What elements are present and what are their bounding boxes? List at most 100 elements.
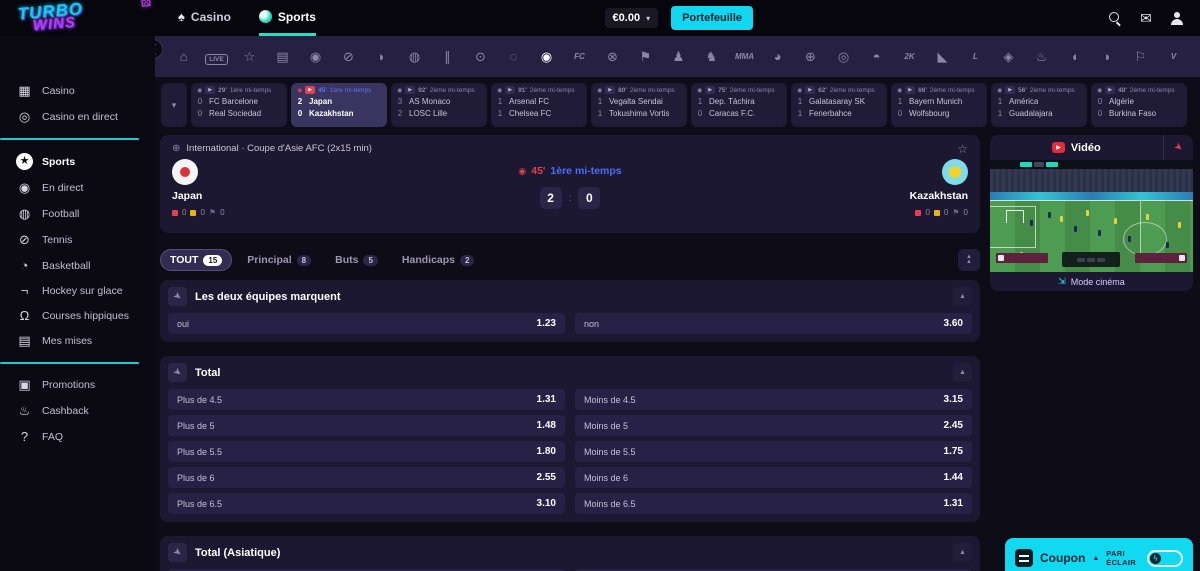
sport-icon[interactable]: ◌ — [497, 49, 530, 64]
market-tab[interactable]: Handicaps 2 — [393, 249, 484, 271]
balance-dropdown[interactable]: €0.00 ▾ — [604, 8, 659, 28]
sport-icon[interactable]: ◈ — [992, 49, 1025, 65]
sidebar-item[interactable]: ♨ Cashback — [0, 398, 155, 424]
bet-option[interactable]: Plus de 6 2.55 — [168, 467, 565, 488]
sport-icon[interactable]: ◍ — [398, 49, 431, 65]
sport-icon[interactable]: ☆ — [233, 49, 266, 65]
ticker-match-card[interactable]: ◉ ▶ 62' 2ème mi-temps 1 Galatasaray SK 1… — [791, 83, 887, 127]
sport-icon[interactable]: LIVE — [200, 49, 233, 65]
collapse-market-button[interactable]: ▲ — [953, 363, 972, 382]
tab-sports[interactable]: Sports — [258, 0, 316, 36]
sport-icon[interactable]: ⊗ — [596, 49, 629, 65]
brand-logo[interactable]: TURBO WINS ⚄ — [17, 0, 152, 34]
pin-market-button[interactable]: ➤ — [168, 363, 187, 382]
sport-icon[interactable]: ▾ — [1190, 49, 1200, 65]
sport-icon[interactable]: V — [1157, 52, 1190, 61]
sport-icon[interactable]: ⌂ — [167, 49, 200, 64]
sport-icon[interactable]: ◣ — [926, 49, 959, 65]
sport-icon[interactable]: MMA — [728, 52, 761, 61]
account-button[interactable] — [1168, 9, 1186, 27]
market-tab[interactable]: TOUT 15 — [160, 249, 233, 271]
bet-option[interactable]: Moins de 6 1.44 — [575, 467, 972, 488]
sport-icon[interactable]: ◉ — [299, 49, 332, 65]
video-stream[interactable] — [990, 160, 1193, 272]
collapse-market-button[interactable]: ▲ — [953, 287, 972, 306]
sidebar-item[interactable]: ? FAQ — [0, 424, 155, 449]
corner-flag-icon: ⚑ — [952, 208, 960, 217]
sport-icon[interactable]: 2K — [893, 52, 926, 61]
favorite-star-icon[interactable]: ☆ — [957, 142, 968, 156]
bet-option[interactable]: Moins de 5.5 1.75 — [575, 441, 972, 462]
pin-market-button[interactable]: ➤ — [168, 543, 187, 562]
wallet-button[interactable]: Portefeuille — [671, 6, 753, 30]
tab-casino[interactable]: ♠ Casino — [178, 0, 231, 36]
sport-icon[interactable]: ◓ — [860, 49, 893, 64]
video-play-icon: ▶ — [805, 86, 816, 94]
balance-value: €0.00 — [612, 12, 641, 24]
sport-icon[interactable]: ◗ — [1091, 49, 1124, 64]
sport-icon[interactable]: ⚑ — [629, 49, 662, 65]
sport-icon[interactable]: ▤ — [266, 49, 299, 65]
ticker-match-card[interactable]: ◉ ▶ 92' 2ème mi-temps 3 AS Monaco 2 LOSC… — [391, 83, 487, 127]
pin-video-button[interactable]: ➤ — [1163, 135, 1193, 160]
bet-option[interactable]: Plus de 5 1.48 — [168, 415, 565, 436]
market-tab[interactable]: Principal 8 — [238, 249, 320, 271]
sidebar-item[interactable]: ▤ Mes mises — [0, 328, 155, 354]
ticker-match-card[interactable]: ◉ ▶ 66' 2ème mi-temps 1 Bayern Munich 0 … — [891, 83, 987, 127]
sport-icon[interactable]: ♞ — [695, 49, 728, 65]
sidebar-item[interactable]: ¬ Hockey sur glace — [0, 278, 155, 303]
sport-icon[interactable]: ∥ — [431, 49, 464, 65]
ticker-match-card[interactable]: ◉ ▶ 56' 2ème mi-temps 1 América 1 Guadal… — [991, 83, 1087, 127]
bet-option[interactable]: Plus de 6.5 3.10 — [168, 493, 565, 514]
cinema-mode-button[interactable]: ⇲ Mode cinéma — [990, 272, 1193, 291]
sport-icon[interactable]: ⚐ — [1124, 49, 1157, 65]
bet-option-odd: 3.10 — [536, 498, 556, 509]
sidebar-item[interactable]: ◔ Basketball — [0, 253, 155, 278]
sport-icon[interactable]: ⊕ — [794, 49, 827, 65]
sidebar-item[interactable]: ★ Sports — [0, 148, 155, 175]
search-button[interactable] — [1106, 9, 1124, 27]
ticker-match-card[interactable]: ◉ ▶ 80' 2ème mi-temps 1 Vegalta Sendai 1… — [591, 83, 687, 127]
ticker-match-card[interactable]: ◉ ▶ 91' 2ème mi-temps 1 Arsenal FC 1 Che… — [491, 83, 587, 127]
bet-option[interactable]: non 3.60 — [575, 313, 972, 334]
ticker-match-card[interactable]: ◉ ▶ 48' 2ème mi-temps 0 Algérie 0 Burkin… — [1091, 83, 1187, 127]
bet-option[interactable]: Moins de 5 2.45 — [575, 415, 972, 436]
sport-icon[interactable]: ◕ — [761, 49, 794, 64]
collapse-all-button[interactable]: ▲ ▲ — [958, 249, 980, 271]
bet-option[interactable]: oui 1.23 — [168, 313, 565, 334]
flash-bet-toggle[interactable]: ϟ — [1147, 549, 1183, 567]
sport-icon[interactable]: ♟ — [662, 49, 695, 65]
sport-icon[interactable]: FC — [563, 52, 596, 61]
coupon-bar[interactable]: Coupon ▲ PARI ÉCLAIR ϟ — [1005, 538, 1193, 571]
messages-button[interactable]: ✉ — [1137, 9, 1155, 27]
collapse-market-button[interactable]: ▲ — [953, 543, 972, 562]
sidebar-item[interactable]: ▣ Promotions — [0, 372, 155, 398]
bet-option[interactable]: Plus de 5.5 1.80 — [168, 441, 565, 462]
market-tab[interactable]: Buts 5 — [326, 249, 387, 271]
sport-icon[interactable]: ◎ — [827, 49, 860, 65]
coupon-icon — [1015, 549, 1033, 567]
sidebar-item[interactable]: ⊘ Tennis — [0, 227, 155, 253]
sport-icon[interactable]: ⊘ — [332, 49, 365, 65]
player-dot — [1178, 222, 1181, 228]
ticker-match-card[interactable]: ◉ ▶ 45' 1ère mi-temps 2 Japan 0 Kazakhst… — [291, 83, 387, 127]
ticker-dropdown-button[interactable]: ▾ — [161, 83, 187, 127]
sidebar-item[interactable]: Ω Courses hippiques — [0, 303, 155, 328]
sport-icon[interactable]: L — [959, 52, 992, 61]
sidebar-item[interactable]: ▦ Casino — [0, 78, 155, 104]
bet-option[interactable]: Moins de 6.5 1.31 — [575, 493, 972, 514]
bet-option[interactable]: Moins de 4.5 3.15 — [575, 389, 972, 410]
sport-icon[interactable]: ⊙ — [464, 49, 497, 65]
pin-market-button[interactable]: ➤ — [168, 287, 187, 306]
sport-icon[interactable]: ◖ — [1058, 49, 1091, 64]
sidebar-item[interactable]: ◎ Casino en direct — [0, 104, 155, 130]
away-banner-overlay — [1135, 253, 1187, 263]
sidebar-item[interactable]: ◍ Football — [0, 201, 155, 227]
sport-icon[interactable]: ♨ — [1025, 49, 1058, 65]
sport-icon[interactable]: ◗ — [365, 49, 398, 64]
sidebar-item[interactable]: ◉ En direct — [0, 175, 155, 201]
sport-icon[interactable]: ◉ — [530, 49, 563, 65]
bet-option[interactable]: Plus de 4.5 1.31 — [168, 389, 565, 410]
ticker-match-card[interactable]: ◉ ▶ 29' 1ère mi-temps 0 FC Barcelone 0 R… — [191, 83, 287, 127]
ticker-match-card[interactable]: ◉ ▶ 75' 2ème mi-temps 1 Dep. Táchira 0 C… — [691, 83, 787, 127]
